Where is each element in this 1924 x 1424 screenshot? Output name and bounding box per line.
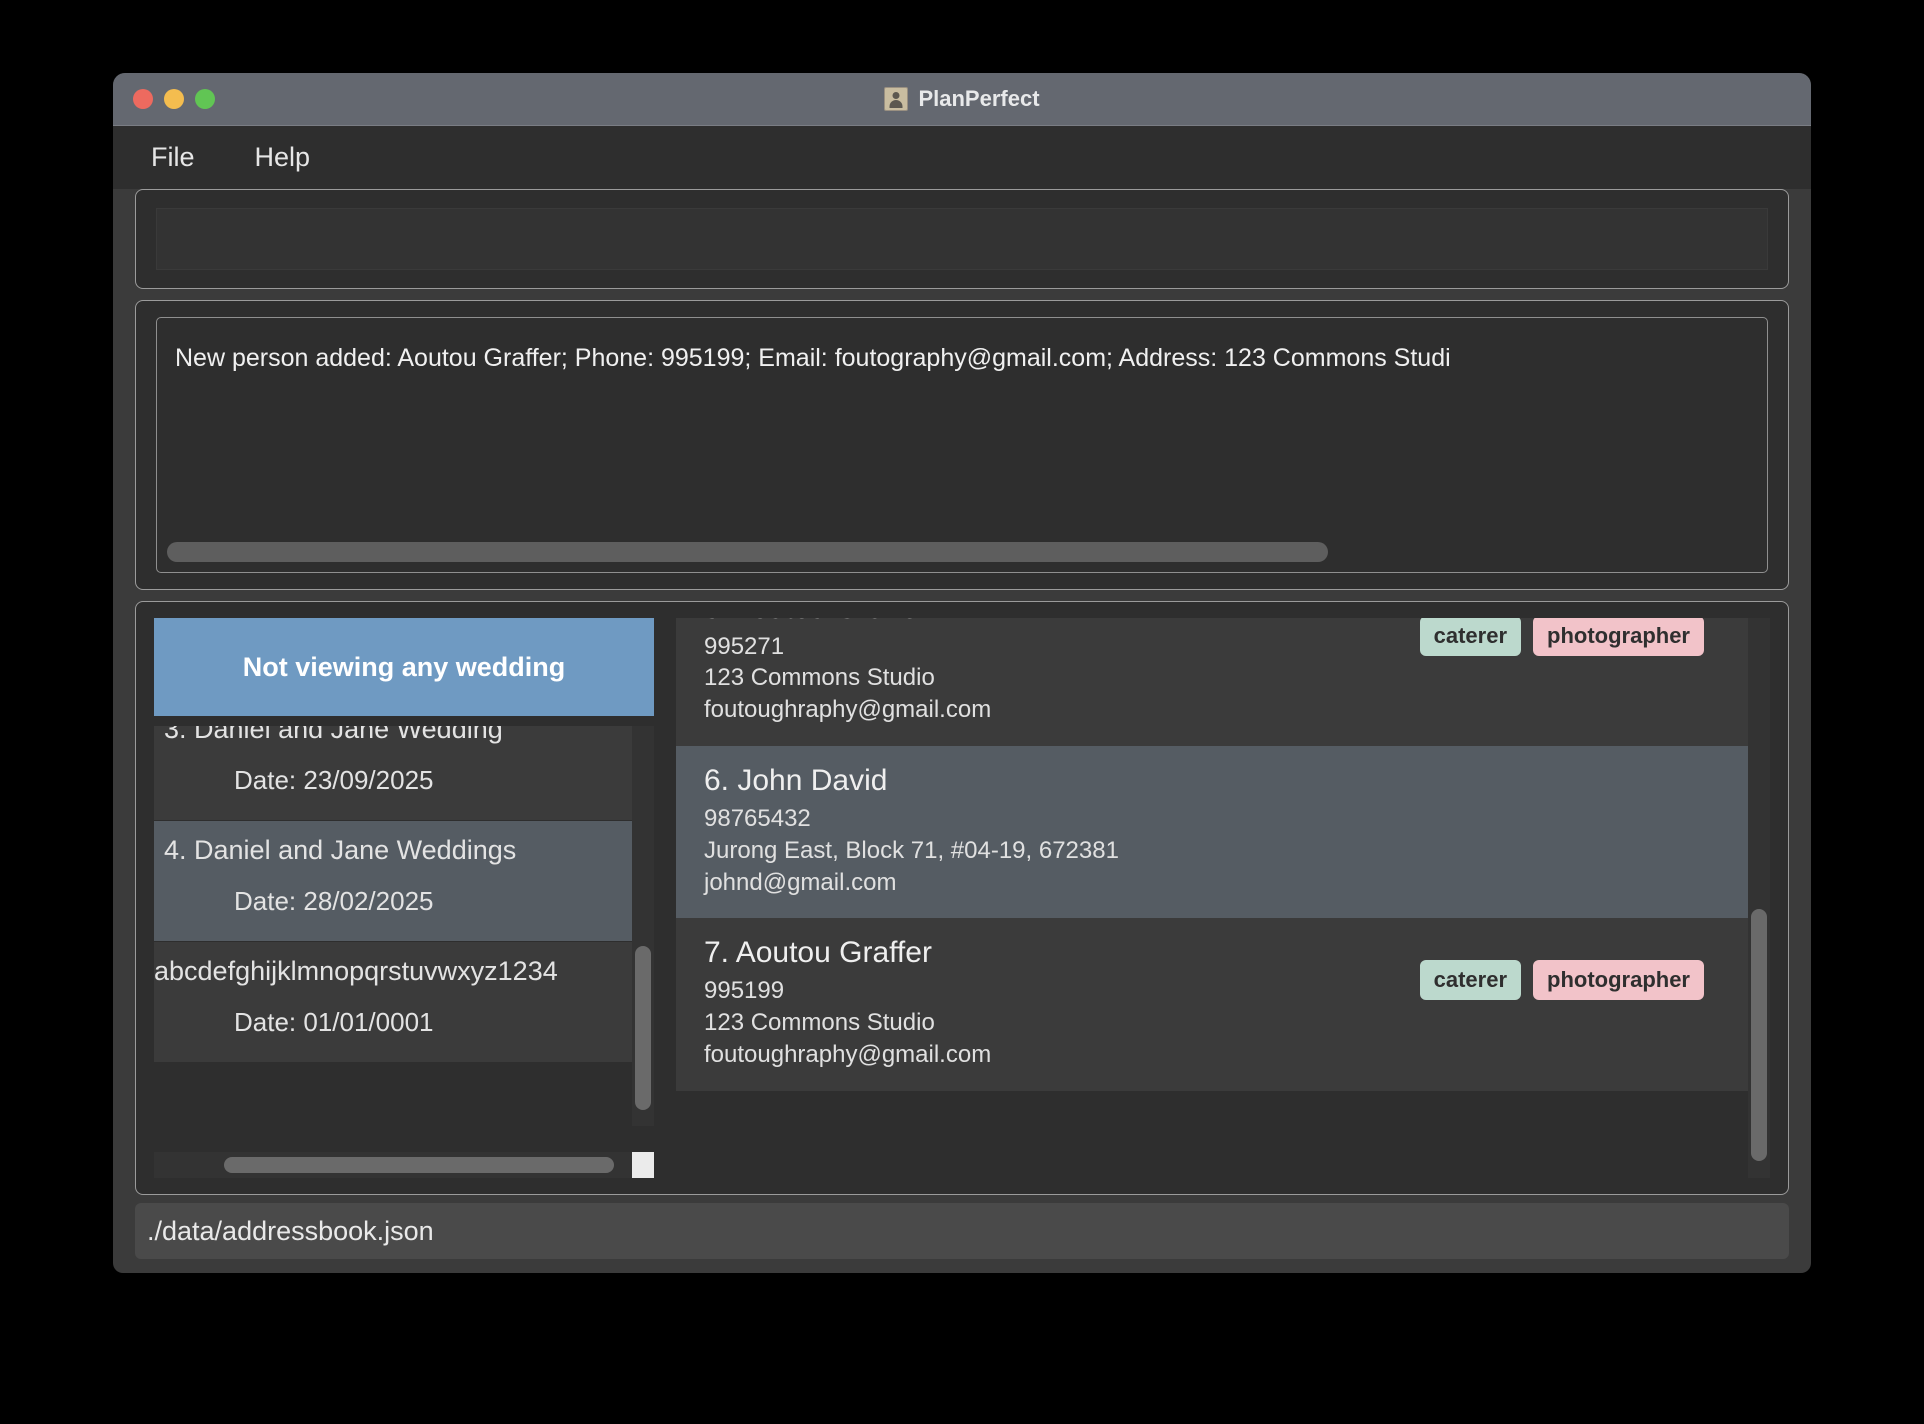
person-card[interactable]: 5. Toutou Graffer 995271 123 Commons Stu… — [676, 618, 1770, 746]
wedding-status-banner: Not viewing any wedding — [154, 618, 654, 716]
result-panel: New person added: Aoutou Graffer; Phone:… — [135, 300, 1789, 590]
wedding-date: Date: 23/09/2025 — [154, 765, 654, 796]
person-tags: caterer photographer — [1420, 618, 1704, 656]
minimize-button[interactable] — [164, 89, 184, 109]
tag-photographer[interactable]: photographer — [1533, 960, 1704, 1000]
wedding-list-item[interactable]: 3. Daniel and Jane Wedding Date: 23/09/2… — [154, 726, 654, 821]
person-list[interactable]: 5. Toutou Graffer 995271 123 Commons Stu… — [676, 618, 1770, 1178]
person-details: 6. John David 98765432 Jurong East, Bloc… — [704, 762, 1746, 898]
menu-item-help[interactable]: Help — [245, 138, 321, 177]
person-name: 6. John David — [704, 762, 1746, 800]
status-file-path: ./data/addressbook.json — [147, 1216, 434, 1247]
menu-item-file[interactable]: File — [141, 138, 205, 177]
person-details: 5. Toutou Graffer 995271 123 Commons Stu… — [704, 618, 1420, 726]
person-address: 123 Commons Studio — [704, 1007, 1420, 1039]
contact-person-icon — [884, 87, 908, 111]
person-card[interactable]: 6. John David 98765432 Jurong East, Bloc… — [676, 746, 1770, 918]
command-panel — [135, 189, 1789, 289]
window-title: PlanPerfect — [918, 86, 1039, 112]
scrollbar-corner — [632, 1152, 654, 1178]
result-scrollbar-thumb[interactable] — [167, 542, 1328, 562]
person-phone: 995199 — [704, 975, 1420, 1007]
tag-caterer[interactable]: caterer — [1420, 960, 1521, 1000]
result-display[interactable]: New person added: Aoutou Graffer; Phone:… — [156, 317, 1768, 573]
person-column: 5. Toutou Graffer 995271 123 Commons Stu… — [676, 618, 1770, 1178]
person-email: foutoughraphy@gmail.com — [704, 1039, 1420, 1071]
result-text: New person added: Aoutou Graffer; Phone:… — [175, 342, 1767, 375]
person-address: Jurong East, Block 71, #04-19, 672381 — [704, 835, 1746, 867]
wedding-column: Not viewing any wedding 3. Daniel and Ja… — [154, 618, 654, 1178]
person-name: 5. Toutou Graffer — [704, 618, 1420, 628]
person-tags: caterer photographer — [1420, 960, 1704, 1000]
command-input[interactable] — [156, 208, 1768, 270]
wedding-date: Date: 01/01/0001 — [154, 1007, 654, 1038]
wedding-date: Date: 28/02/2025 — [154, 886, 654, 917]
person-vscrollbar-thumb[interactable] — [1751, 909, 1767, 1161]
result-horizontal-scrollbar[interactable] — [167, 542, 1757, 562]
title-container: PlanPerfect — [113, 86, 1811, 112]
tag-caterer[interactable]: caterer — [1420, 618, 1521, 656]
tag-photographer[interactable]: photographer — [1533, 618, 1704, 656]
status-bar: ./data/addressbook.json — [135, 1203, 1789, 1259]
maximize-button[interactable] — [195, 89, 215, 109]
title-bar: PlanPerfect — [113, 73, 1811, 126]
wedding-list-container: 3. Daniel and Jane Wedding Date: 23/09/2… — [154, 726, 654, 1178]
wedding-name: 3. Daniel and Jane Wedding — [154, 726, 654, 745]
person-email: johnd@gmail.com — [704, 867, 1746, 899]
person-email: foutoughraphy@gmail.com — [704, 694, 1420, 726]
person-phone: 98765432 — [704, 803, 1746, 835]
person-details: 7. Aoutou Graffer 995199 123 Commons Stu… — [704, 934, 1420, 1070]
person-name: 7. Aoutou Graffer — [704, 934, 1420, 972]
wedding-vscrollbar-thumb[interactable] — [635, 946, 651, 1110]
wedding-list-item[interactable]: abcdefghijklmnopqrstuvwxyz1234 Date: 01/… — [154, 942, 654, 1063]
wedding-horizontal-scrollbar[interactable] — [154, 1152, 654, 1178]
menu-bar: File Help — [113, 126, 1811, 189]
person-phone: 995271 — [704, 631, 1420, 663]
wedding-list[interactable]: 3. Daniel and Jane Wedding Date: 23/09/2… — [154, 726, 654, 1152]
person-address: 123 Commons Studio — [704, 662, 1420, 694]
wedding-list-item[interactable]: 4. Daniel and Jane Weddings Date: 28/02/… — [154, 821, 654, 942]
main-content-panel: Not viewing any wedding 3. Daniel and Ja… — [135, 601, 1789, 1195]
app-window: PlanPerfect File Help New person added: … — [113, 73, 1811, 1273]
wedding-name: 4. Daniel and Jane Weddings — [154, 835, 654, 866]
close-button[interactable] — [133, 89, 153, 109]
wedding-vertical-scrollbar[interactable] — [632, 726, 654, 1126]
person-card[interactable]: 7. Aoutou Graffer 995199 123 Commons Stu… — [676, 918, 1770, 1090]
person-vertical-scrollbar[interactable] — [1748, 618, 1770, 1178]
wedding-hscrollbar-thumb[interactable] — [224, 1157, 614, 1173]
window-controls[interactable] — [133, 89, 215, 109]
wedding-name: abcdefghijklmnopqrstuvwxyz1234 — [154, 956, 654, 987]
